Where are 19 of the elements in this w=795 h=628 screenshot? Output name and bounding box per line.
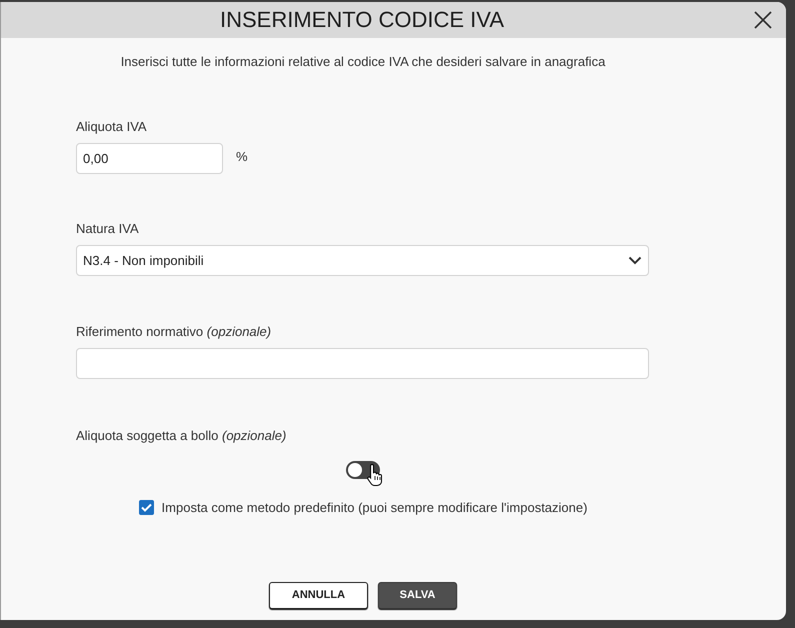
hand-cursor-icon [366,463,382,486]
dialog-title: INSERIMENTO CODICE IVA [218,6,505,34]
close-icon [753,10,773,30]
cancel-button[interactable]: ANNULLA [269,582,368,608]
input-field[interactable]: 0,00 [76,143,223,174]
save-button[interactable]: SALVA [378,582,457,608]
field-label: Aliquota IVA [76,119,148,135]
unit-label: % [236,148,248,166]
chevron-down-icon [628,256,642,265]
field-label: Riferimento normativo (opzionale) [76,324,272,340]
dropdown-field[interactable]: N3.4 - Non imponibili [76,245,649,276]
field-label: Natura IVA [76,221,140,237]
input-field[interactable] [76,348,649,379]
checkmark-icon [140,503,152,512]
checkbox[interactable] [138,500,154,516]
intro-text: Inserisci tutte le informazioni relative al codice IVA che desideri salvare in anagrafica [120,54,606,70]
checkbox-label[interactable]: Imposta come metodo predefinito (puoi sempre modificare l'impostazione) [162,498,588,518]
field-label: Aliquota soggetta a bollo (opzionale) [76,428,288,444]
close-button[interactable] [753,10,773,30]
